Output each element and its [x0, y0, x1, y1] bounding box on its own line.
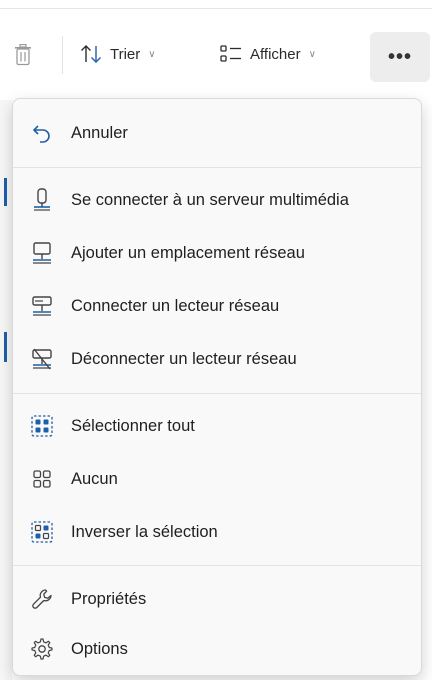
menu-item-select-all[interactable]: Sélectionner tout [19, 404, 415, 448]
sort-button[interactable]: Trier ∨ [80, 44, 156, 64]
disconnect-network-drive-icon [29, 346, 55, 372]
undo-icon [29, 120, 55, 146]
menu-separator [13, 565, 421, 566]
view-label: Afficher [250, 45, 301, 63]
network-location-icon [29, 240, 55, 266]
delete-button[interactable] [8, 40, 38, 70]
invert-selection-icon [29, 519, 55, 545]
menu-item-invert-selection[interactable]: Inverser la sélection [19, 510, 415, 554]
background-pane [0, 100, 12, 680]
menu-separator [13, 393, 421, 394]
view-layout-icon [220, 44, 242, 64]
chevron-down-icon: ∨ [308, 48, 316, 60]
select-all-icon [29, 413, 55, 439]
trash-icon [14, 44, 32, 66]
toolbar-divider [62, 36, 63, 74]
menu-item-connect-media-server[interactable]: Se connecter à un serveur multimédia [19, 178, 415, 222]
map-network-drive-icon [29, 293, 55, 319]
menu-item-label: Options [71, 639, 128, 658]
menu-item-label: Annuler [71, 123, 128, 142]
sort-arrows-icon [80, 44, 102, 64]
view-button[interactable]: Afficher ∨ [220, 44, 316, 64]
see-more-menu: Annuler Se connecter à un serveur multim… [12, 98, 422, 676]
pane-accent-mark [4, 332, 7, 362]
menu-item-properties[interactable]: Propriétés [19, 577, 415, 621]
menu-item-label: Inverser la sélection [71, 522, 218, 541]
menu-item-label: Aucun [71, 469, 118, 488]
menu-item-label: Déconnecter un lecteur réseau [71, 349, 297, 368]
menu-item-disconnect-network-drive[interactable]: Déconnecter un lecteur réseau [19, 337, 415, 381]
menu-item-label: Sélectionner tout [71, 416, 195, 435]
menu-item-select-none[interactable]: Aucun [19, 457, 415, 501]
more-icon: ••• [387, 45, 412, 68]
see-more-button[interactable]: ••• [370, 32, 430, 82]
menu-item-label: Connecter un lecteur réseau [71, 296, 280, 315]
top-strip [0, 0, 432, 9]
gear-icon [29, 636, 55, 662]
menu-item-undo[interactable]: Annuler [19, 111, 415, 155]
menu-item-label: Propriétés [71, 589, 147, 608]
menu-item-label: Ajouter un emplacement réseau [71, 243, 305, 262]
chevron-down-icon: ∨ [148, 48, 156, 60]
menu-item-label: Se connecter à un serveur multimédia [71, 190, 349, 209]
command-bar: Trier ∨ Afficher ∨ ••• [0, 22, 432, 92]
select-none-icon [29, 466, 55, 492]
menu-item-options[interactable]: Options [19, 627, 415, 671]
pane-accent-mark [4, 178, 7, 206]
menu-separator [13, 167, 421, 168]
sort-label: Trier [110, 45, 141, 63]
menu-item-map-network-drive[interactable]: Connecter un lecteur réseau [19, 284, 415, 328]
menu-item-add-network-location[interactable]: Ajouter un emplacement réseau [19, 231, 415, 275]
media-server-icon [29, 187, 55, 213]
wrench-icon [29, 586, 55, 612]
